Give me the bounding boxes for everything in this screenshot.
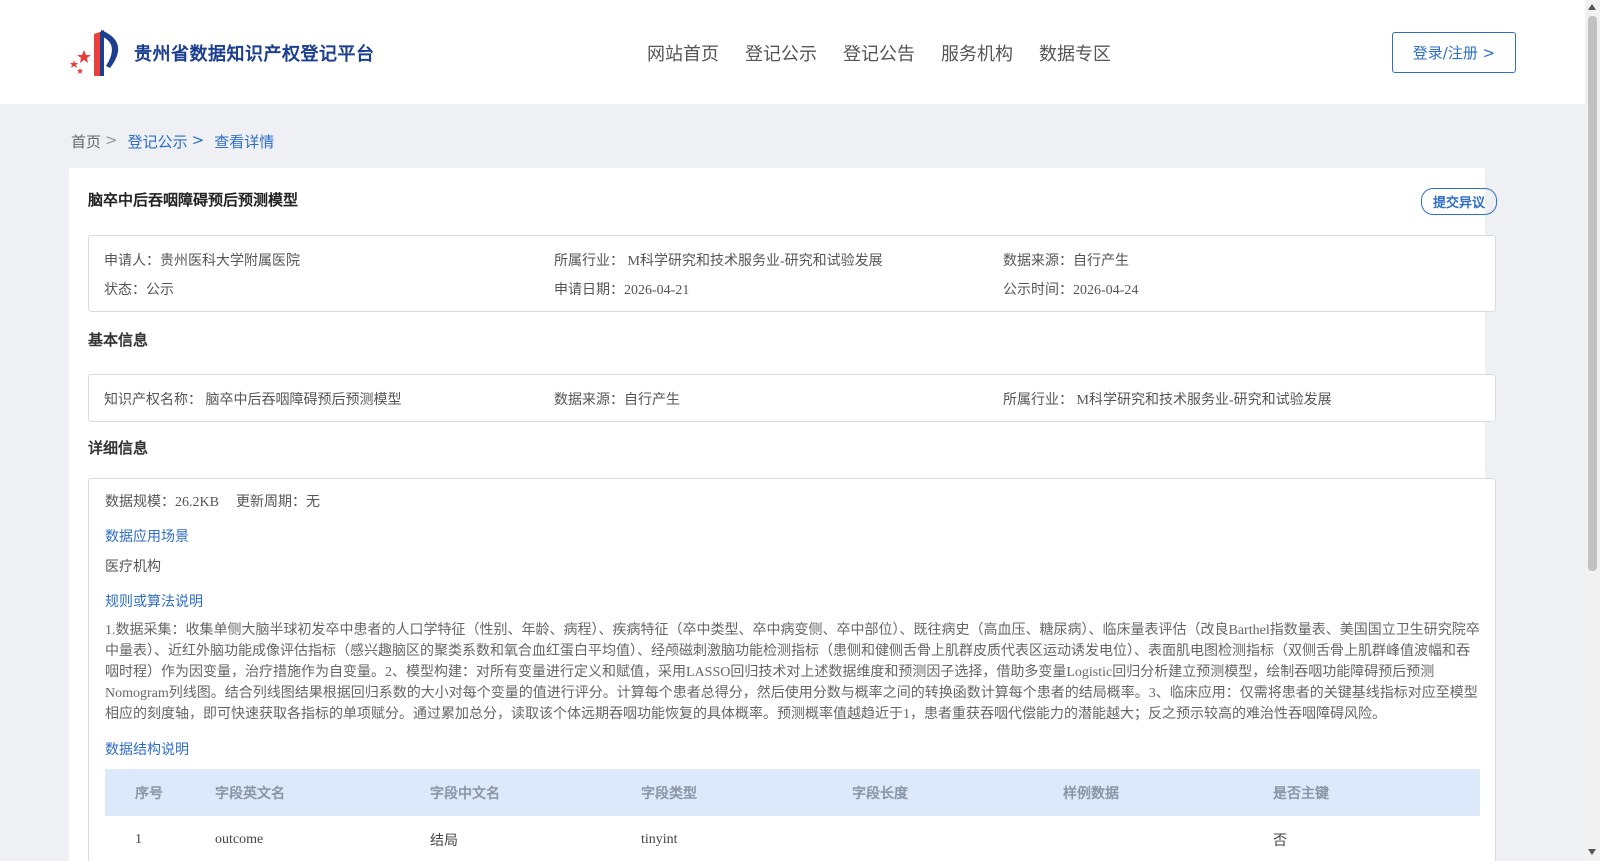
table-header-row: 序号 字段英文名 字段中文名 字段类型 字段长度 样例数据 是否主键	[105, 769, 1480, 816]
publish-date: 公示时间：2026-04-24	[1003, 283, 1139, 298]
breadcrumb-separator: >	[191, 131, 205, 149]
breadcrumb-view-details[interactable]: 查看详情	[214, 131, 274, 152]
scenario-value: 医疗机构	[105, 560, 161, 575]
scroll-up-arrow-icon[interactable]	[1588, 4, 1596, 10]
scenario-heading: 数据应用场景	[105, 530, 189, 545]
basic-data-source: 数据来源：自行产生	[554, 393, 680, 408]
nav-registration-announcement[interactable]: 登记公告	[843, 40, 915, 66]
apply-date: 申请日期：2026-04-21	[554, 283, 690, 298]
detail-info-panel: 数据规模：26.2KB 更新周期：无 数据应用场景 医疗机构 规则或算法说明 1…	[88, 478, 1496, 861]
cell-en-name: outcome	[215, 831, 264, 847]
site-name: 贵州省数据知识产权登记平台	[134, 44, 375, 65]
summary-panel: 申请人：贵州医科大学附属医院 所属行业： M科学研究和技术服务业-研究和试验发展…	[88, 235, 1496, 312]
data-scale: 数据规模：26.2KB	[105, 495, 219, 510]
breadcrumb-separator: >	[105, 131, 118, 149]
ip-name: 知识产权名称： 脑卒中后吞咽障碍预后预测模型	[104, 393, 402, 408]
col-sample-header: 样例数据	[1063, 785, 1119, 802]
detail-card: 脑卒中后吞咽障碍预后预测模型 提交异议 申请人：贵州医科大学附属医院 所属行业：…	[69, 168, 1497, 861]
main-nav: 网站首页 登记公示 登记公告 服务机构 数据专区	[647, 40, 1137, 66]
top-header: 贵州省数据知识产权登记平台 网站首页 登记公示 登记公告 服务机构 数据专区 登…	[0, 0, 1585, 104]
cell-index: 1	[135, 831, 142, 847]
scrollbar-thumb[interactable]	[1588, 16, 1597, 571]
record-title: 脑卒中后吞咽障碍预后预测模型	[88, 191, 299, 209]
update-cycle: 更新周期：无	[236, 495, 320, 510]
basic-info-panel: 知识产权名称： 脑卒中后吞咽障碍预后预测模型 数据来源：自行产生 所属行业： M…	[88, 374, 1496, 422]
cell-type: tinyint	[641, 831, 678, 847]
scroll-down-arrow-icon[interactable]	[1588, 849, 1596, 855]
basic-industry: 所属行业： M科学研究和技术服务业-研究和试验发展	[1003, 393, 1332, 408]
industry: 所属行业： M科学研究和技术服务业-研究和试验发展	[554, 254, 883, 269]
algorithm-description: 1.数据采集：收集单侧大脑半球初发卒中患者的人口学特征（性别、年龄、病程）、疾病…	[105, 623, 1480, 722]
nav-registration-publicity[interactable]: 登记公示	[745, 40, 817, 66]
data-source: 数据来源：自行产生	[1003, 254, 1129, 269]
algorithm-heading: 规则或算法说明	[105, 595, 203, 610]
nav-home[interactable]: 网站首页	[647, 40, 719, 66]
submit-objection-button[interactable]: 提交异议	[1421, 188, 1497, 215]
breadcrumb-home[interactable]: 首页	[71, 131, 101, 152]
col-en-name-header: 字段英文名	[215, 785, 285, 802]
data-structure-table: 序号 字段英文名 字段中文名 字段类型 字段长度 样例数据 是否主键 1 out…	[105, 769, 1480, 861]
col-type-header: 字段类型	[641, 785, 697, 802]
col-index-header: 序号	[135, 785, 163, 802]
login-register-button[interactable]: 登录/注册 >	[1392, 32, 1516, 73]
detail-info-heading: 详细信息	[88, 439, 149, 457]
breadcrumb: 首页 > 登记公示 > 查看详情	[71, 131, 274, 152]
col-primary-key-header: 是否主键	[1273, 785, 1329, 802]
cell-primary-key: 否	[1273, 833, 1287, 849]
breadcrumb-registration-publicity[interactable]: 登记公示	[128, 131, 188, 152]
page-scrollbar[interactable]	[1585, 0, 1600, 861]
basic-info-heading: 基本信息	[88, 331, 149, 349]
structure-heading: 数据结构说明	[105, 743, 189, 758]
applicant: 申请人：贵州医科大学附属医院	[104, 254, 300, 269]
table-row: 1 outcome 结局 tinyint 否	[105, 816, 1480, 861]
col-cn-name-header: 字段中文名	[430, 785, 500, 802]
cell-cn-name: 结局	[430, 833, 458, 849]
status: 状态：公示	[104, 283, 174, 298]
logo-emblem-icon	[70, 30, 119, 76]
site-logo[interactable]: 贵州省数据知识产权登记平台	[70, 28, 375, 78]
col-length-header: 字段长度	[852, 785, 908, 802]
nav-data-zone[interactable]: 数据专区	[1039, 40, 1111, 66]
nav-service-agencies[interactable]: 服务机构	[941, 40, 1013, 66]
